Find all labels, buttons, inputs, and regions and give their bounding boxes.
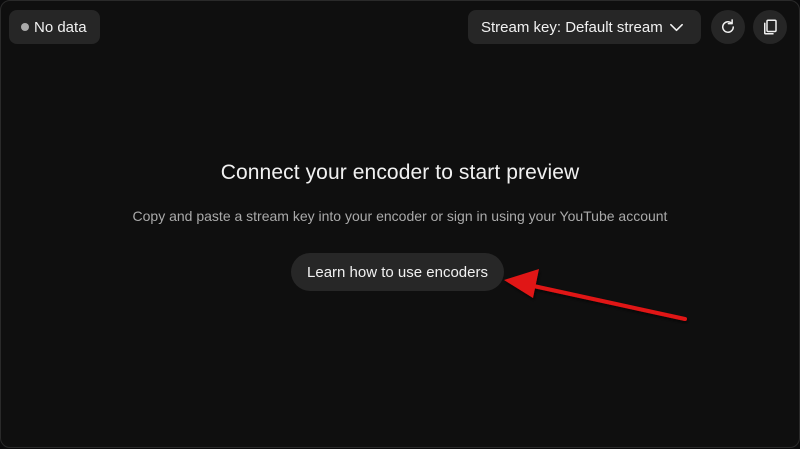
- stream-key-label: Stream key: Default stream: [481, 18, 663, 36]
- copy-button[interactable]: [753, 10, 787, 44]
- stream-status-badge: No data: [9, 10, 100, 44]
- refresh-icon: [722, 19, 734, 33]
- encoder-preview-panel: No data Stream key: Default stream Conne…: [0, 0, 800, 448]
- learn-encoders-button[interactable]: Learn how to use encoders: [291, 253, 504, 291]
- refresh-button[interactable]: [711, 10, 745, 44]
- chevron-down-icon: [670, 23, 683, 32]
- stream-key-dropdown[interactable]: Stream key: Default stream: [468, 10, 701, 44]
- annotation-arrow-icon: [504, 269, 687, 321]
- preview-description: Copy and paste a stream key into your en…: [132, 208, 668, 224]
- copy-icon: [764, 19, 777, 35]
- status-dot-icon: [21, 23, 29, 31]
- learn-encoders-label: Learn how to use encoders: [307, 263, 488, 281]
- stream-status-label: No data: [34, 18, 87, 36]
- preview-title: Connect your encoder to start preview: [220, 161, 580, 184]
